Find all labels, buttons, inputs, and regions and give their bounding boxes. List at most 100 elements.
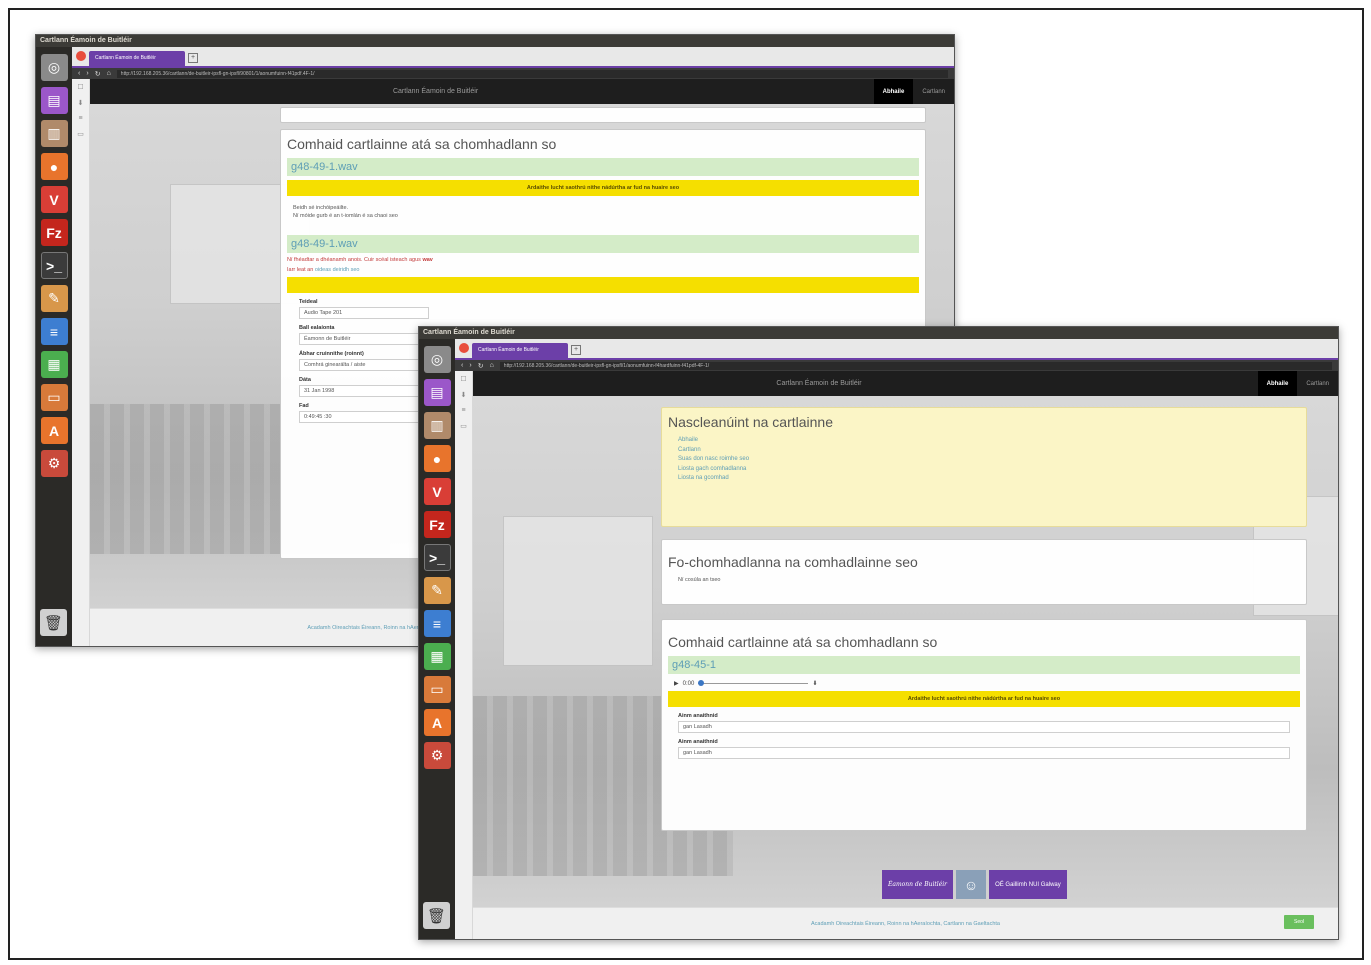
files-icon[interactable]: ▤ <box>423 379 451 406</box>
unity-launcher: ◎ ▤ ▥ ● V Fz >_ ✎ ≡ ▦ ▭ A ⚙ 🗑 <box>419 339 455 939</box>
university-logo: OÉ Gaillimh NUI Galway <box>989 870 1067 899</box>
field-label: Ainm anaithnid <box>678 739 718 745</box>
browser-tab[interactable]: Cartlann Éamoin de Buitléir <box>89 51 185 66</box>
audio-seek-bar[interactable] <box>698 680 809 686</box>
spreadsheet-icon[interactable]: ▦ <box>40 351 68 378</box>
nav-link-home[interactable]: Abhaile <box>678 436 1300 446</box>
dash-icon[interactable]: ◎ <box>423 346 451 373</box>
reload-icon[interactable]: ↻ <box>478 362 484 370</box>
tab-bar: Cartlann Éamoin de Buitléir + <box>72 47 954 66</box>
new-tab-icon[interactable]: + <box>571 345 581 355</box>
software-center-icon[interactable]: A <box>40 417 68 444</box>
trash-icon[interactable]: 🗑 <box>40 609 67 636</box>
warning-bar: Ardaithe lucht saothrú nithe nádúrtha ar… <box>668 691 1300 707</box>
submit-button[interactable]: Seol <box>1284 915 1314 929</box>
url-input[interactable]: http://192.168.205.36/cartlann/de-buitle… <box>116 69 948 78</box>
new-tab-icon[interactable]: + <box>188 53 198 63</box>
address-bar-row: ‹ › ↻ ⌂ http://192.168.205.36/cartlann/d… <box>72 66 954 79</box>
screenshot-window-front: Cartlann Éamoin de Buitléir ◎ ▤ ▥ ● V Fz… <box>418 326 1339 940</box>
nav-link-up[interactable]: Suas don nasc roimhe seo <box>678 455 1300 465</box>
browser-tab[interactable]: Cartlann Éamoin de Buitléir <box>472 343 568 358</box>
filezilla-icon[interactable]: Fz <box>40 219 68 246</box>
archive-icon[interactable]: ▥ <box>423 412 451 439</box>
dash-icon[interactable]: ◎ <box>40 54 68 81</box>
filezilla-icon[interactable]: Fz <box>423 511 451 538</box>
software-center-icon[interactable]: A <box>423 709 451 736</box>
footer-link[interactable]: Acadamh Oireachtais Éireann, Roinn na hA… <box>811 921 1000 927</box>
subfolders-note: Ní cosúla an tseo <box>678 577 721 583</box>
close-window-icon[interactable] <box>76 51 86 61</box>
history-icon[interactable]: ≡ <box>78 115 82 122</box>
field-value[interactable]: Audio Tape 201 <box>299 306 429 319</box>
field-label: Ainm anaithnid <box>678 713 718 719</box>
portrait-icon: ☺ <box>956 870 987 899</box>
subfolders-title: Fo-chomhadlanna na comhadlainne seo <box>668 554 918 570</box>
field-value[interactable]: 0:49:45 :30 <box>299 410 429 423</box>
reload-icon[interactable]: ↻ <box>95 70 101 78</box>
document-icon[interactable]: ≡ <box>423 610 451 637</box>
files-title: Comhaid cartlainne atá sa chomhadlann so <box>668 634 938 650</box>
nav-home[interactable]: Abhaile <box>1257 371 1298 396</box>
file-name[interactable]: g48-45-1 <box>668 656 1300 674</box>
close-window-icon[interactable] <box>459 343 469 353</box>
field-value[interactable]: 31 Jan 1998 <box>299 384 429 397</box>
back-icon[interactable]: ‹ <box>461 362 463 369</box>
settings-icon[interactable]: ⚙ <box>40 450 68 477</box>
firefox-icon[interactable]: ● <box>40 153 68 180</box>
history-icon[interactable]: ≡ <box>461 407 465 414</box>
trash-icon[interactable]: 🗑 <box>423 902 450 929</box>
bookmark-icon[interactable]: ☐ <box>77 83 83 91</box>
nav-archive[interactable]: Cartlann <box>913 79 954 104</box>
archive-icon[interactable]: ▥ <box>40 120 68 147</box>
nav-link-archive[interactable]: Cartlann <box>678 446 1300 456</box>
address-bar-row: ‹ › ↻ ⌂ http://192.168.205.36/cartlann/d… <box>455 358 1338 371</box>
firefox-icon[interactable]: ● <box>423 445 451 472</box>
forward-icon[interactable]: › <box>86 70 88 77</box>
download-icon[interactable]: ⬇ <box>812 680 817 687</box>
notes-icon[interactable]: ▭ <box>77 130 84 138</box>
play-icon[interactable]: ▶ <box>674 680 679 687</box>
text-editor-icon[interactable]: ✎ <box>423 577 451 604</box>
forward-icon[interactable]: › <box>469 362 471 369</box>
field-label: Teideal <box>299 298 318 305</box>
terminal-icon[interactable]: >_ <box>423 544 451 571</box>
file-name-2[interactable]: g48-49-1.wav <box>287 234 919 253</box>
vivaldi-icon[interactable]: V <box>423 478 451 505</box>
presentation-icon[interactable]: ▭ <box>40 384 68 411</box>
url-input[interactable]: http://192.168.205.36/cartlann/de-buitle… <box>499 361 1332 370</box>
audio-seek-knob[interactable] <box>698 680 705 686</box>
request-link[interactable]: oideas deiridh seo <box>315 267 360 273</box>
document-icon[interactable]: ≡ <box>40 318 68 345</box>
text-editor-icon[interactable]: ✎ <box>40 285 68 312</box>
back-icon[interactable]: ‹ <box>78 70 80 77</box>
site-brand[interactable]: Cartlann Éamoin de Buitléir <box>393 88 478 95</box>
error-link[interactable]: wav <box>422 257 432 263</box>
terminal-icon[interactable]: >_ <box>40 252 68 279</box>
site-brand[interactable]: Cartlann Éamoin de Buitléir <box>776 380 861 387</box>
site-navbar: Cartlann Éamoin de Buitléir Abhaile Cart… <box>473 371 1338 396</box>
files-icon[interactable]: ▤ <box>40 87 68 114</box>
field-value[interactable]: Éamonn de Buitléir <box>299 332 429 345</box>
nav-archive[interactable]: Cartlann <box>1297 371 1338 396</box>
home-icon[interactable]: ⌂ <box>107 70 111 77</box>
notes-icon[interactable]: ▭ <box>460 422 467 430</box>
home-icon[interactable]: ⌂ <box>490 362 494 369</box>
warning-bar: Ardaithe lucht saothrú nithe nádúrtha ar… <box>287 180 919 196</box>
tab-bar: Cartlann Éamoin de Buitléir + <box>455 339 1338 358</box>
unity-launcher: ◎ ▤ ▥ ● V Fz >_ ✎ ≡ ▦ ▭ A ⚙ 🗑 <box>36 47 72 646</box>
field-value[interactable]: gan Lasadh <box>678 721 1290 733</box>
audio-time: 0:00 <box>682 680 695 687</box>
spreadsheet-icon[interactable]: ▦ <box>423 643 451 670</box>
vivaldi-icon[interactable]: V <box>40 186 68 213</box>
nav-home[interactable]: Abhaile <box>873 79 914 104</box>
bookmark-icon[interactable]: ☐ <box>460 375 466 383</box>
field-value[interactable]: gan Lasadh <box>678 747 1290 759</box>
presentation-icon[interactable]: ▭ <box>423 676 451 703</box>
nav-link-folders[interactable]: Liosta gach comhadlanna <box>678 465 1300 475</box>
nav-link-files[interactable]: Liosta na gcomhad <box>678 474 1300 484</box>
settings-icon[interactable]: ⚙ <box>423 742 451 769</box>
field-value[interactable]: Comhrá ginearálta / aiste <box>299 358 429 371</box>
download-icon[interactable]: ⬇ <box>461 391 467 399</box>
download-icon[interactable]: ⬇ <box>78 99 84 107</box>
file-name-1[interactable]: g48-49-1.wav <box>287 158 919 176</box>
